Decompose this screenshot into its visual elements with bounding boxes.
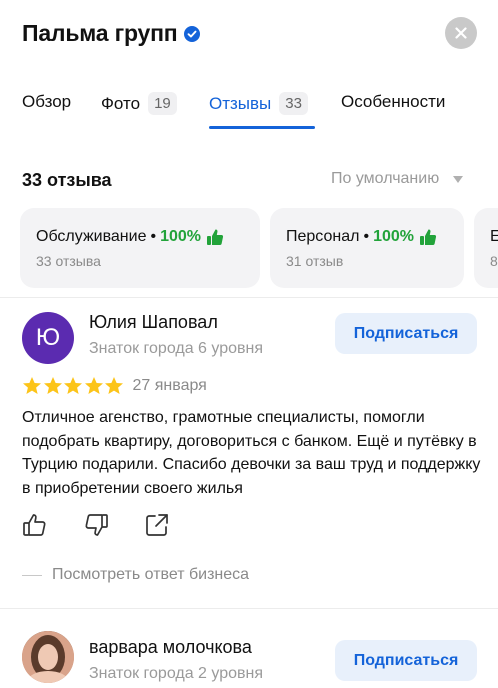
- review-actions: [22, 512, 205, 538]
- tab-count: 33: [279, 92, 308, 115]
- aspect-chip-service[interactable]: Обслуживание • 100% 33 отзыва: [20, 208, 260, 288]
- tab-label: Особенности: [341, 92, 446, 111]
- aspect-name: Обслуживание: [36, 228, 147, 245]
- sort-dropdown[interactable]: По умолчанию: [331, 170, 464, 188]
- avatar-letter: Ю: [35, 324, 61, 351]
- tab-overview[interactable]: Обзор: [22, 92, 71, 112]
- aspect-row: Обслуживание • 100%: [36, 228, 246, 246]
- star-icon: [105, 377, 123, 394]
- aspect-chip-partial[interactable]: Е 8: [474, 208, 498, 288]
- separator-dot: •: [363, 228, 370, 245]
- tab-bar: Обзор Фото 19 Отзывы 33 Особенности: [0, 86, 498, 132]
- dislike-icon[interactable]: [83, 512, 109, 538]
- tab-count: 19: [148, 92, 177, 115]
- star-icon: [84, 377, 103, 394]
- subscribe-button[interactable]: Подписаться: [335, 313, 477, 354]
- aspect-name: Персонал: [286, 228, 360, 245]
- review-author[interactable]: Юлия Шаповал: [89, 312, 218, 333]
- like-icon[interactable]: [22, 512, 48, 538]
- aspect-row: Персонал • 100%: [286, 228, 450, 246]
- page-title: Пальма групп: [22, 20, 201, 47]
- tab-reviews[interactable]: Отзывы 33: [209, 92, 308, 115]
- star-icon: [43, 377, 62, 394]
- author-level: Знаток города 2 уровня: [89, 665, 264, 682]
- review-text: Отличное агенство, грамотные специалисты…: [22, 409, 481, 497]
- business-name: Пальма групп: [22, 20, 178, 46]
- aspect-percent: 100%: [373, 228, 414, 245]
- chevron-down-icon: [453, 175, 464, 183]
- aspect-chips: Обслуживание • 100% 33 отзыва Персонал •…: [0, 208, 498, 288]
- avatar[interactable]: [22, 631, 74, 683]
- thumbs-up-icon: [207, 229, 224, 245]
- aspect-review-count: 31 отзыв: [286, 253, 344, 269]
- subscribe-button[interactable]: Подписаться: [335, 640, 477, 681]
- tab-photos[interactable]: Фото 19: [101, 92, 177, 115]
- aspect-chip-staff[interactable]: Персонал • 100% 31 отзыв: [270, 208, 464, 288]
- aspect-row: Е: [490, 228, 498, 246]
- reply-line-decoration: [22, 574, 42, 576]
- author-level: Знаток города 6 уровня: [89, 340, 264, 357]
- close-button[interactable]: [445, 17, 477, 49]
- aspect-review-count: 33 отзыва: [36, 253, 101, 269]
- tab-label: Фото: [101, 93, 141, 113]
- avatar[interactable]: Ю: [22, 312, 74, 364]
- sort-label: По умолчанию: [331, 170, 440, 187]
- aspect-percent: 100%: [160, 228, 202, 245]
- avatar-photo: [22, 631, 74, 683]
- star-icon: [23, 377, 41, 394]
- verified-check-icon: [184, 25, 201, 42]
- reply-link-label: Посмотреть ответ бизнеса: [52, 566, 250, 583]
- thumbs-up-icon: [419, 229, 437, 245]
- active-tab-indicator: [209, 126, 315, 129]
- review-card: варвара молочкова Знаток города 2 уровня…: [0, 609, 498, 688]
- review-author[interactable]: варвара молочкова: [89, 637, 252, 658]
- rating-stars: 27 января: [22, 376, 207, 396]
- review-card: Ю Юлия Шаповал Знаток города 6 уровня По…: [0, 298, 498, 608]
- reviews-count: 33 отзыва: [22, 170, 112, 190]
- view-business-reply-link[interactable]: Посмотреть ответ бизнеса: [22, 566, 249, 584]
- header: Пальма групп: [0, 0, 498, 70]
- star-icon: [64, 377, 82, 394]
- close-icon: [455, 27, 467, 39]
- aspect-name: Е: [490, 228, 498, 245]
- tab-label: Обзор: [22, 92, 72, 111]
- share-icon[interactable]: [144, 512, 170, 538]
- review-date: 27 января: [132, 377, 207, 394]
- aspect-review-count: 8: [490, 253, 498, 269]
- tab-features[interactable]: Особенности: [341, 92, 445, 112]
- tab-label: Отзывы: [209, 93, 272, 113]
- separator-dot: •: [150, 228, 157, 245]
